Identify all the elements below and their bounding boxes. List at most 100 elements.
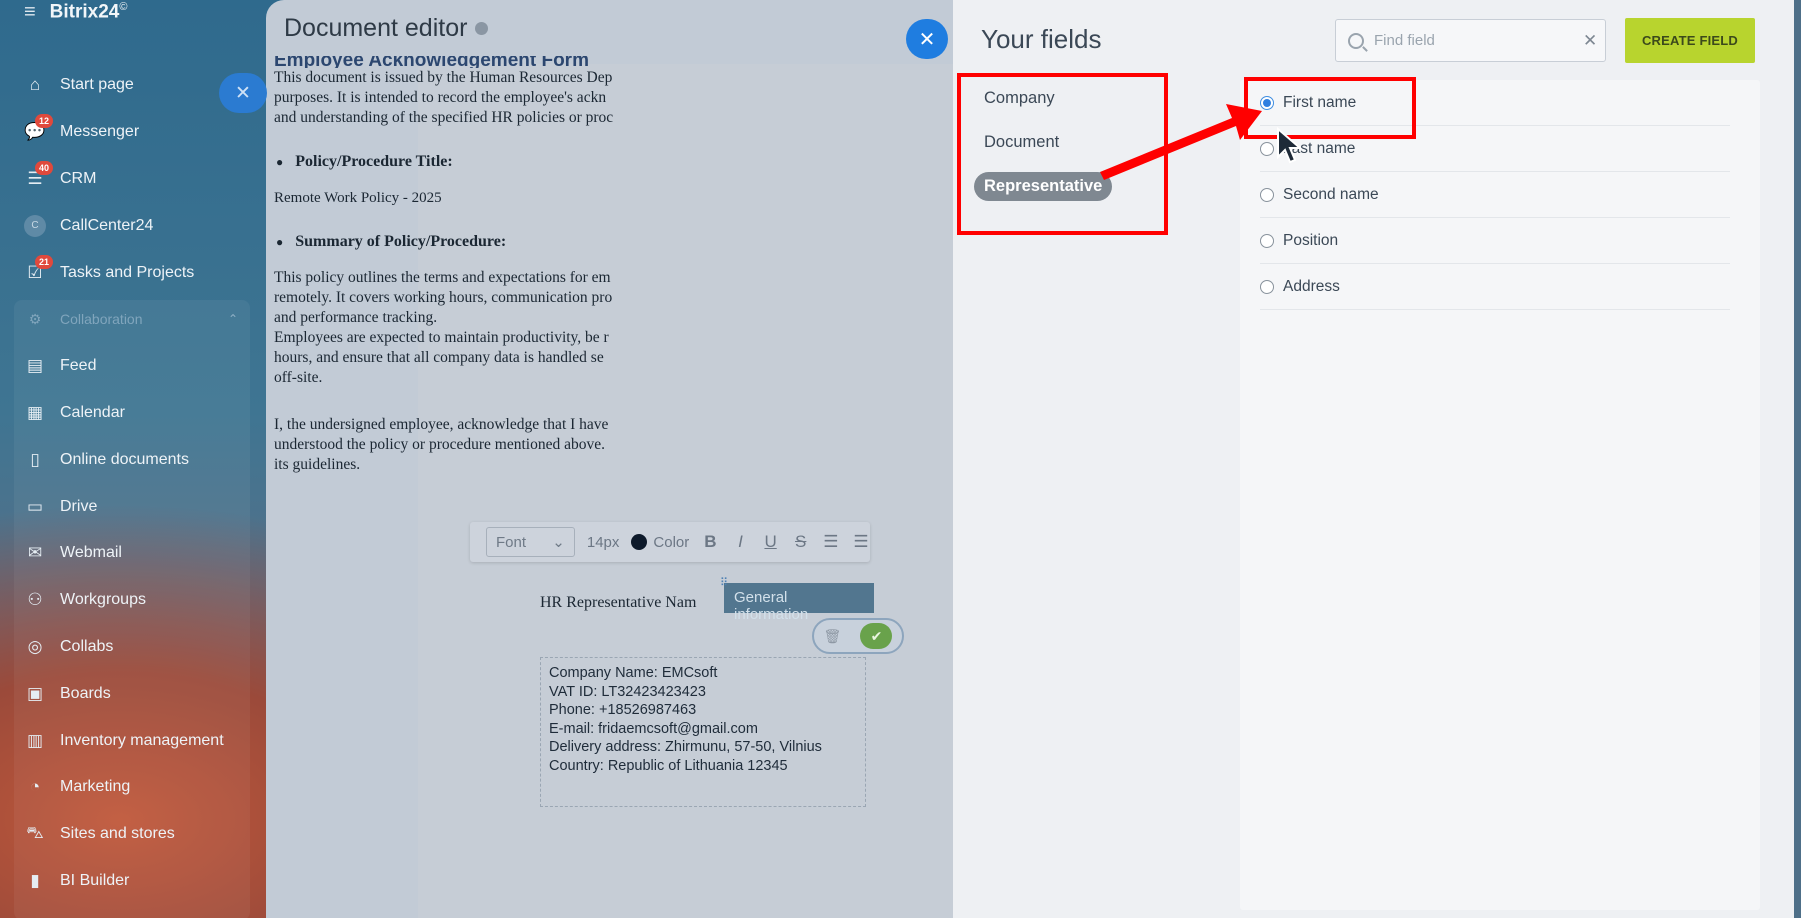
summary-bullet: ● Summary of Policy/Procedure: bbox=[276, 233, 507, 250]
close-icon: ✕ bbox=[235, 82, 251, 104]
hr-representative-label: HR Representative Nam bbox=[540, 594, 697, 611]
trash-icon[interactable]: 🗑 bbox=[824, 628, 842, 645]
category-document[interactable]: Document bbox=[953, 120, 1183, 164]
sidebar-item-label: Messenger bbox=[60, 123, 140, 141]
document-heading: Employee Acknowledgement Form bbox=[274, 56, 589, 68]
sidebar-item-tasks-and-projects[interactable]: ☑ 21 Tasks and Projects bbox=[0, 249, 266, 296]
collabs-icon: ◎ bbox=[27, 636, 43, 656]
radio[interactable] bbox=[1260, 233, 1274, 248]
radio-selected[interactable] bbox=[1260, 95, 1274, 110]
menu-icon[interactable]: ≡ bbox=[24, 2, 36, 22]
sidebar-item-label: Online documents bbox=[60, 450, 189, 468]
document-line: remotely. It covers working hours, commu… bbox=[274, 289, 613, 306]
font-size-select[interactable]: 14px bbox=[587, 534, 620, 551]
color-picker[interactable]: Color bbox=[631, 534, 689, 551]
strikethrough-button[interactable]: S bbox=[792, 532, 810, 552]
underline-button[interactable]: U bbox=[762, 532, 780, 552]
sidebar-item-boards[interactable]: ▣ Boards bbox=[0, 670, 266, 717]
intro-paragraph: This document is issued by the Human Res… bbox=[274, 68, 834, 128]
sidebar-item-online-documents[interactable]: ▯ Online documents bbox=[0, 436, 266, 483]
category-representative[interactable]: Representative bbox=[953, 164, 1183, 208]
italic-button[interactable]: I bbox=[731, 532, 749, 552]
general-information-block-tag[interactable]: General information bbox=[724, 583, 874, 623]
category-company[interactable]: Company bbox=[953, 76, 1183, 120]
close-slider-button[interactable]: ✕ bbox=[219, 73, 267, 113]
notification-badge: 21 bbox=[35, 254, 53, 269]
sidebar-item-marketing[interactable]: ◔ Marketing bbox=[0, 764, 266, 811]
chevron-up-icon[interactable]: ⌃ bbox=[228, 312, 238, 326]
sidebar-item-drive[interactable]: ▭ Drive bbox=[0, 483, 266, 530]
sidebar-item-label: Start page bbox=[60, 76, 134, 94]
company-info-line: VAT ID: LT32423423423 bbox=[549, 683, 706, 700]
brand-logo[interactable]: Bitrix24© bbox=[50, 1, 128, 23]
company-info-line: Country: Republic of Lithuania 12345 bbox=[549, 757, 788, 774]
bold-button[interactable]: B bbox=[701, 532, 719, 552]
clear-icon[interactable]: ✕ bbox=[1583, 31, 1597, 51]
checklist-icon: ☑ 21 bbox=[24, 254, 53, 284]
sidebar-item-label: Boards bbox=[60, 684, 111, 702]
sidebar-item-label: Tasks and Projects bbox=[60, 263, 195, 281]
font-select[interactable]: Font ⌄ bbox=[486, 527, 575, 557]
close-icon: ✕ bbox=[918, 28, 936, 51]
sidebar-item-label: Sites and stores bbox=[60, 825, 175, 843]
sidebar-item-collabs[interactable]: ◎ Collabs bbox=[0, 624, 266, 671]
chat-icon: 💬 12 bbox=[24, 114, 53, 143]
mouse-cursor-icon bbox=[1277, 127, 1303, 164]
editor-title: Document editor bbox=[284, 14, 489, 43]
sidebar-item-webmail[interactable]: ✉ Webmail bbox=[0, 530, 266, 577]
block-actions: 🗑 ✔ bbox=[812, 618, 904, 654]
callcenter-icon: C bbox=[24, 214, 46, 237]
acknowledgement-paragraph: I, the undersigned employee, acknowledge… bbox=[274, 415, 834, 475]
notification-badge: 12 bbox=[35, 114, 53, 129]
radio[interactable] bbox=[1260, 279, 1274, 294]
company-info-block[interactable]: Company Name: EMCsoft VAT ID: LT324234234… bbox=[540, 657, 866, 807]
notification-badge: 40 bbox=[35, 160, 53, 175]
company-info-line: Company Name: EMCsoft bbox=[549, 665, 718, 681]
sidebar-item-sites-and-stores[interactable]: ⛍ Sites and stores bbox=[0, 811, 266, 858]
sidebar-item-feed[interactable]: ▤ Feed bbox=[0, 343, 266, 390]
radio[interactable] bbox=[1260, 141, 1274, 156]
sidebar: ≡ Bitrix24© ⌂ Start page 💬 12 Messenger ☰ 40 CR… bbox=[0, 0, 266, 918]
info-icon[interactable] bbox=[475, 22, 489, 35]
find-field-input[interactable] bbox=[1374, 32, 1573, 49]
field-address[interactable]: Address bbox=[1260, 264, 1730, 310]
document-body: Employee Acknowledgement Form This docum… bbox=[274, 56, 834, 475]
sidebar-item-messenger[interactable]: 💬 12 Messenger bbox=[0, 109, 266, 156]
field-first-name[interactable]: First name bbox=[1260, 80, 1730, 126]
text-format-toolbar: Font ⌄ 14px Color B I U S ☰ ☰ bbox=[470, 522, 870, 562]
close-editor-button[interactable]: ✕ bbox=[906, 19, 948, 59]
sidebar-item-label: Workgroups bbox=[60, 591, 146, 609]
sidebar-item-label: Marketing bbox=[60, 778, 131, 796]
create-field-button[interactable]: CREATE FIELD bbox=[1625, 18, 1755, 63]
align-left-icon[interactable]: ☰ bbox=[822, 532, 840, 552]
sidebar-item-calendar[interactable]: ▦ Calendar bbox=[0, 390, 266, 437]
document-icon: ▯ bbox=[30, 449, 40, 469]
sidebar-item-label: Collabs bbox=[60, 637, 114, 655]
field-last-name[interactable]: Last name bbox=[1260, 126, 1730, 172]
drag-handle-icon[interactable]: ⠿ bbox=[720, 576, 730, 590]
field-list: First name Last name Second name Positio… bbox=[1240, 80, 1760, 910]
sidebar-item-callcenter24[interactable]: C CallCenter24 bbox=[0, 202, 266, 249]
mail-icon: ✉ bbox=[27, 543, 43, 563]
your-fields-panel: Your fields ✕ CREATE FIELD Company Docum… bbox=[953, 0, 1801, 918]
sidebar-item-label: Webmail bbox=[60, 544, 122, 562]
sidebar-nav: ⌂ Start page 💬 12 Messenger ☰ 40 CRM C CallCenter… bbox=[0, 62, 266, 904]
cart-icon: ⛍ bbox=[26, 823, 44, 843]
confirm-check-button[interactable]: ✔ bbox=[860, 623, 893, 649]
sidebar-item-workgroups[interactable]: ⚇ Workgroups bbox=[0, 577, 266, 624]
sidebar-item-crm[interactable]: ☰ 40 CRM bbox=[0, 156, 266, 203]
sidebar-item-label: Feed bbox=[60, 357, 97, 375]
sidebar-item-label: Collaboration bbox=[60, 311, 143, 328]
chevron-down-icon: ⌄ bbox=[552, 534, 565, 551]
sidebar-item-inventory-management[interactable]: ▥ Inventory management bbox=[0, 717, 266, 764]
field-second-name[interactable]: Second name bbox=[1260, 172, 1730, 218]
field-position[interactable]: Position bbox=[1260, 218, 1730, 264]
policy-title-value: Remote Work Policy - 2025 bbox=[274, 190, 442, 206]
align-center-icon[interactable]: ☰ bbox=[852, 532, 870, 552]
sidebar-item-collaboration[interactable]: ⚙ Collaboration ⌃ bbox=[0, 296, 266, 343]
group-icon: ⚇ bbox=[27, 590, 43, 610]
sidebar-item-label: Calendar bbox=[60, 403, 125, 421]
document-line: off-site. bbox=[274, 369, 323, 386]
radio[interactable] bbox=[1260, 187, 1274, 202]
sidebar-item-bi-builder[interactable]: ▮ BI Builder bbox=[0, 858, 266, 905]
